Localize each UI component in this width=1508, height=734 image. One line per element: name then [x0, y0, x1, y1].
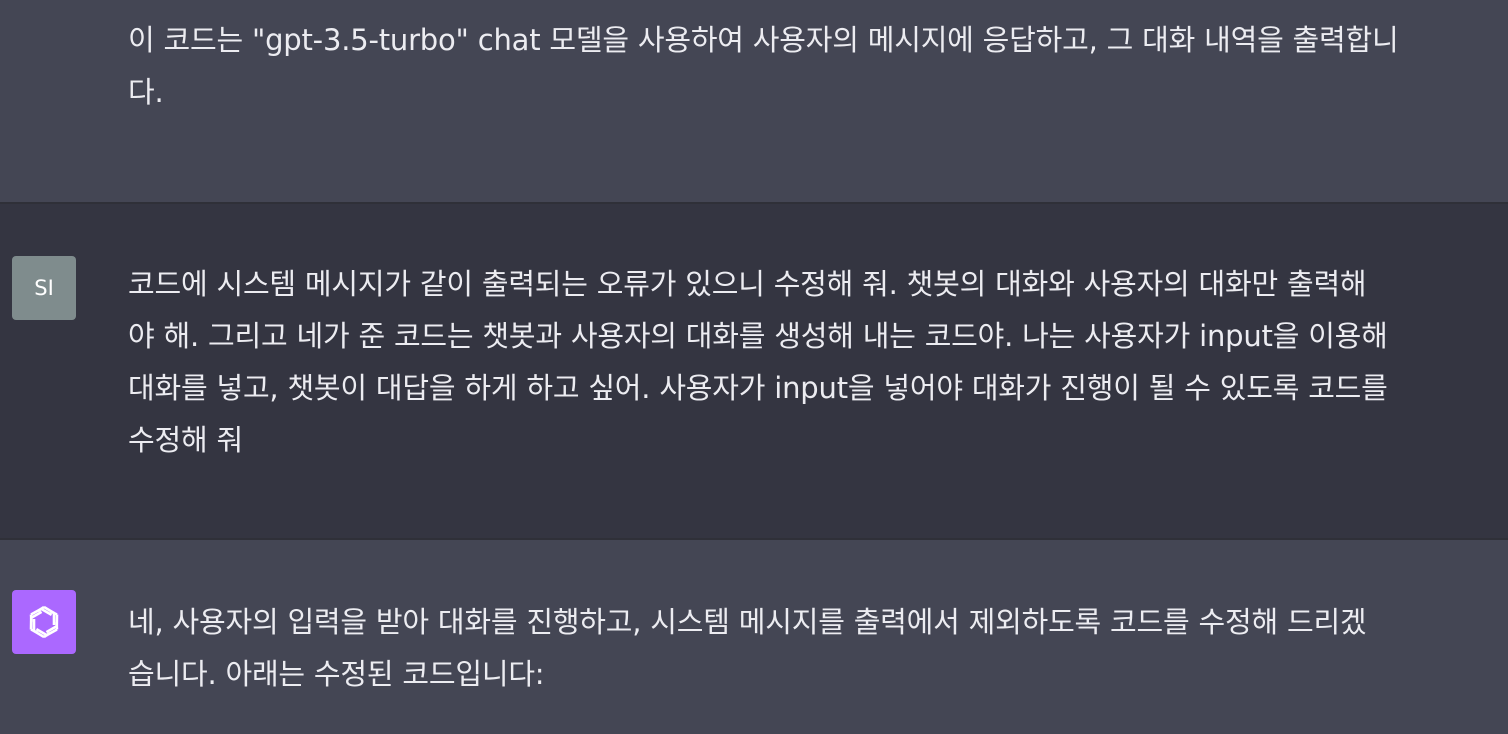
- message-text: 네, 사용자의 입력을 받아 대화를 진행하고, 시스템 메시지를 출력에서 제…: [128, 596, 1508, 700]
- user-avatar: SI: [12, 256, 76, 320]
- chat-thread: 이 코드는 "gpt-3.5-turbo" chat 모델을 사용하여 사용자의…: [0, 0, 1508, 734]
- message-line: 이 코드는 "gpt-3.5-turbo" chat 모델을 사용하여 사용자의…: [128, 23, 1399, 57]
- assistant-message: 네, 사용자의 입력을 받아 대화를 진행하고, 시스템 메시지를 출력에서 제…: [0, 540, 1508, 734]
- message-line: 네, 사용자의 입력을 받아 대화를 진행하고, 시스템 메시지를 출력에서 제…: [128, 605, 1367, 639]
- message-line: 수정해 줘: [128, 423, 243, 457]
- message-line: 습니다. 아래는 수정된 코드입니다:: [128, 657, 545, 691]
- message-line: 코드에 시스템 메시지가 같이 출력되는 오류가 있으니 수정해 줘. 챗봇의 …: [128, 267, 1367, 301]
- message-line: 대화를 넣고, 챗봇이 대답을 하게 하고 싶어. 사용자가 input을 넣어…: [128, 371, 1388, 405]
- message-text: 이 코드는 "gpt-3.5-turbo" chat 모델을 사용하여 사용자의…: [128, 14, 1508, 118]
- message-line: 야 해. 그리고 네가 준 코드는 챗봇과 사용자의 대화를 생성해 내는 코드…: [128, 319, 1388, 353]
- message-line: 다.: [128, 75, 164, 109]
- assistant-avatar: [12, 590, 76, 654]
- message-text: 코드에 시스템 메시지가 같이 출력되는 오류가 있으니 수정해 줘. 챗봇의 …: [128, 258, 1508, 466]
- assistant-message: 이 코드는 "gpt-3.5-turbo" chat 모델을 사용하여 사용자의…: [0, 0, 1508, 202]
- user-message: SI 코드에 시스템 메시지가 같이 출력되는 오류가 있으니 수정해 줘. 챗…: [0, 204, 1508, 538]
- user-avatar-initials: SI: [34, 276, 54, 300]
- openai-logo-icon: [29, 605, 59, 639]
